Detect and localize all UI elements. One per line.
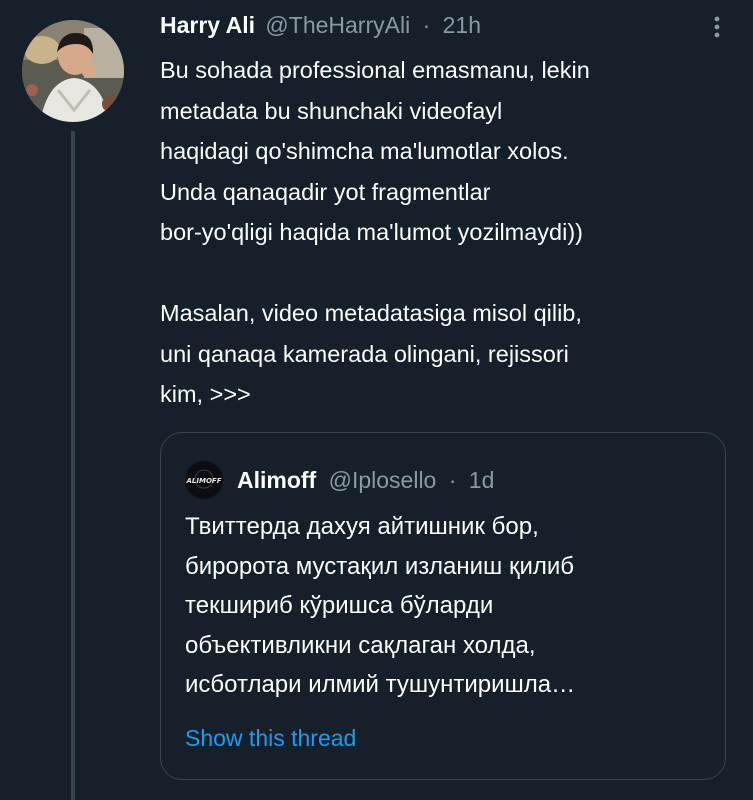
tweet-timestamp[interactable]: 21h	[443, 12, 481, 38]
tweet[interactable]: Harry Ali @TheHarryAli · 21h Bu sohada p…	[0, 0, 753, 800]
quoted-author-avatar[interactable]: ALIMOFF	[185, 461, 223, 499]
separator-dot: ·	[448, 467, 457, 493]
author-handle[interactable]: @TheHarryAli	[265, 12, 410, 38]
quoted-tweet-timestamp[interactable]: 1d	[469, 467, 495, 493]
quoted-tweet-header: Alimoff @Iplosello · 1d	[237, 461, 494, 499]
more-vertical-icon[interactable]	[709, 10, 725, 44]
alimoff-logo-icon: ALIMOFF	[185, 461, 223, 499]
show-thread-link[interactable]: Show this thread	[185, 721, 356, 755]
separator-dot: ·	[422, 12, 431, 38]
quoted-tweet-card[interactable]: ALIMOFF Alimoff @Iplosello · 1d Твиттерд…	[160, 432, 726, 780]
quoted-author-handle[interactable]: @Iplosello	[329, 467, 437, 493]
author-name[interactable]: Harry Ali	[160, 12, 255, 38]
tweet-text: Bu sohada professional emasmanu, lekin m…	[160, 57, 590, 407]
avatar-photo	[22, 20, 124, 122]
quoted-tweet-text: Твиттерда дахуя айтишник бор, биророта м…	[185, 513, 576, 698]
tweet-header: Harry Ali @TheHarryAli · 21h	[160, 8, 481, 42]
author-avatar[interactable]	[22, 20, 124, 122]
quoted-author-name[interactable]: Alimoff	[237, 467, 316, 493]
svg-text:ALIMOFF: ALIMOFF	[186, 477, 222, 485]
thread-connector-line	[71, 131, 75, 800]
